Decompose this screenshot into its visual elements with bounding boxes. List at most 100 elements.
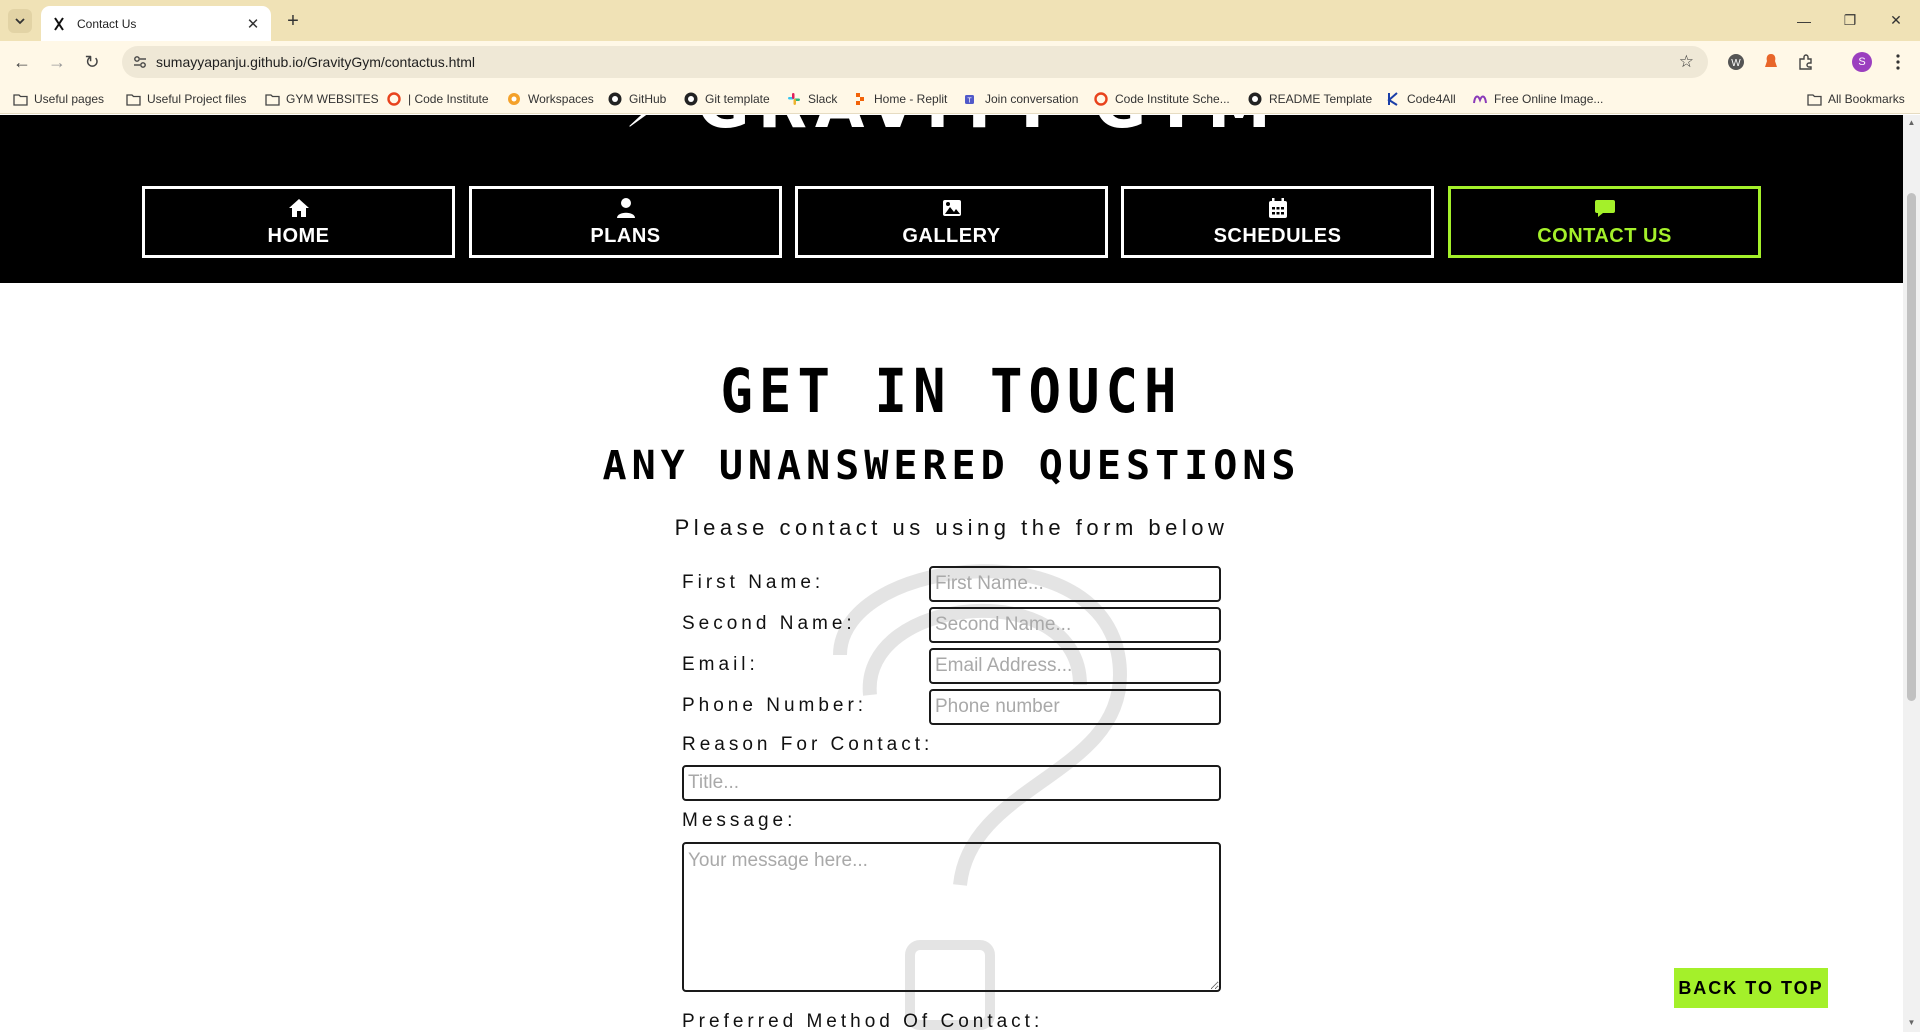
phone-field[interactable]: [929, 689, 1221, 725]
close-window-button[interactable]: ✕: [1873, 0, 1919, 41]
nav-label: HOME: [267, 224, 330, 247]
teams-icon: T: [963, 91, 979, 107]
all-bookmarks-folder[interactable]: All Bookmarks: [1806, 90, 1905, 108]
wordpress-extension-icon[interactable]: W: [1726, 52, 1746, 72]
folder-icon: [264, 91, 280, 107]
calendar-icon: [1267, 197, 1289, 219]
bookmark-label: Useful Project files: [147, 92, 247, 106]
page-subheading: ANY UNANSWERED QUESTIONS: [602, 443, 1301, 489]
bookmark-item[interactable]: Git template: [683, 90, 770, 108]
home-icon: [288, 197, 310, 219]
tab-search-button[interactable]: [8, 9, 32, 33]
minimize-window-button[interactable]: —: [1781, 0, 1827, 41]
bookmark-label: README Template: [1269, 92, 1373, 106]
phone-label: Phone Number:: [682, 695, 868, 716]
scroll-down-arrow-icon[interactable]: ▼: [1907, 1018, 1916, 1028]
chevron-down-icon: [15, 18, 25, 25]
logo-mark-icon: ⚡: [624, 115, 677, 143]
nav-item-home[interactable]: HOME: [142, 186, 455, 258]
active-tab[interactable]: Contact Us ✕: [41, 6, 271, 41]
svg-text:T: T: [967, 98, 972, 105]
bookmark-label: Slack: [808, 92, 838, 106]
code-institute-icon: [1093, 91, 1109, 107]
bookmark-item[interactable]: Slack: [786, 90, 837, 108]
workspaces-icon: [506, 91, 522, 107]
back-button[interactable]: ←: [10, 50, 34, 74]
bookmark-label: Useful pages: [34, 92, 105, 106]
chat-icon: [1594, 197, 1616, 219]
site-settings-icon[interactable]: [132, 54, 148, 70]
nav-item-schedules[interactable]: SCHEDULES: [1121, 186, 1434, 258]
github-icon: [607, 91, 623, 107]
bookmark-label: Git template: [705, 92, 770, 106]
bookmark-label: | Code Institute: [408, 92, 489, 106]
code-institute-icon: [386, 91, 402, 107]
bookmark-label: All Bookmarks: [1828, 92, 1905, 106]
more-menu-icon[interactable]: [1888, 52, 1908, 72]
bookmark-item[interactable]: README Template: [1247, 90, 1372, 108]
extension-icon[interactable]: [1761, 52, 1781, 72]
bookmark-label: Workspaces: [528, 92, 594, 106]
email-field[interactable]: [929, 648, 1221, 684]
folder-icon: [125, 91, 141, 107]
nav-label: SCHEDULES: [1213, 224, 1342, 247]
url-text: sumayyapanju.github.io/GravityGym/contac…: [156, 54, 476, 70]
bookmark-item[interactable]: Workspaces: [506, 90, 594, 108]
bookmark-item[interactable]: GYM WEBSITES: [264, 90, 379, 108]
site-logo-text: GRAVITY GYM: [697, 115, 1279, 143]
extensions-puzzle-icon[interactable]: [1796, 52, 1816, 72]
bookmark-item[interactable]: Useful Project files: [125, 90, 246, 108]
site-header: ⚡ GRAVITY GYM HOME PLANS GALLERY SCHEDULES CO…: [0, 115, 1903, 283]
nav-item-plans[interactable]: PLANS: [469, 186, 782, 258]
close-tab-icon[interactable]: ✕: [245, 16, 261, 33]
bookmark-label: Free Online Image...: [1494, 92, 1604, 106]
form-intro-text: Please contact us using the form below: [674, 515, 1229, 540]
nav-item-gallery[interactable]: GALLERY: [795, 186, 1108, 258]
nav-label: CONTACT US: [1537, 224, 1672, 247]
back-to-top-button[interactable]: BACK TO TOP: [1674, 968, 1828, 1008]
meta-icon: [1472, 91, 1488, 107]
github-icon: [1247, 91, 1263, 107]
second-name-field[interactable]: [929, 607, 1221, 643]
address-bar[interactable]: sumayyapanju.github.io/GravityGym/contac…: [122, 46, 1708, 78]
slack-icon: [786, 91, 802, 107]
bookmarks-bar: Useful pages Useful Project files GYM WEBS…: [0, 83, 1920, 114]
first-name-field[interactable]: [929, 566, 1221, 602]
bookmark-item[interactable]: | Code Institute: [386, 90, 489, 108]
nav-label: PLANS: [590, 224, 661, 247]
bookmark-item[interactable]: GitHub: [607, 90, 666, 108]
site-logo[interactable]: ⚡ GRAVITY GYM: [0, 115, 1903, 149]
github-icon: [683, 91, 699, 107]
bookmark-item[interactable]: T Join conversation: [963, 90, 1078, 108]
bookmark-item[interactable]: Useful pages: [12, 90, 104, 108]
scrollbar-thumb[interactable]: [1907, 193, 1916, 701]
bookmark-item[interactable]: Free Online Image...: [1472, 90, 1603, 108]
forward-button[interactable]: →: [45, 50, 69, 74]
bookmark-item[interactable]: Code Institute Sche...: [1093, 90, 1230, 108]
bookmark-item[interactable]: Code4All: [1385, 90, 1456, 108]
bookmark-item[interactable]: Home - Replit: [852, 90, 947, 108]
message-field[interactable]: [682, 842, 1221, 992]
image-icon: [941, 197, 963, 219]
reason-field[interactable]: [682, 765, 1221, 801]
preferred-contact-label: Preferred Method Of Contact:: [682, 1011, 1044, 1032]
nav-item-contact-us[interactable]: CONTACT US: [1448, 186, 1761, 258]
k-icon: [1385, 91, 1401, 107]
replit-icon: [852, 91, 868, 107]
bookmark-star-icon[interactable]: ☆: [1679, 52, 1694, 72]
page-scrollbar[interactable]: ▲ ▼: [1903, 115, 1920, 1032]
browser-toolbar: ← → ↻ sumayyapanju.github.io/GravityGym/…: [0, 41, 1920, 83]
reload-button[interactable]: ↻: [80, 50, 104, 74]
scroll-up-arrow-icon[interactable]: ▲: [1907, 118, 1916, 128]
profile-avatar[interactable]: S: [1852, 52, 1872, 72]
restore-window-button[interactable]: ❐: [1827, 0, 1873, 41]
user-icon: [615, 197, 637, 219]
folder-icon: [1806, 91, 1822, 107]
svg-text:W: W: [1731, 58, 1741, 69]
bookmark-label: Join conversation: [985, 92, 1079, 106]
page-viewport: ⚡ GRAVITY GYM HOME PLANS GALLERY SCHEDULES CO…: [0, 115, 1903, 1032]
new-tab-button[interactable]: +: [281, 9, 305, 33]
second-name-label: Second Name:: [682, 613, 856, 634]
bookmark-label: GitHub: [629, 92, 667, 106]
browser-tab-strip: Contact Us ✕ + — ❐ ✕: [0, 0, 1920, 41]
